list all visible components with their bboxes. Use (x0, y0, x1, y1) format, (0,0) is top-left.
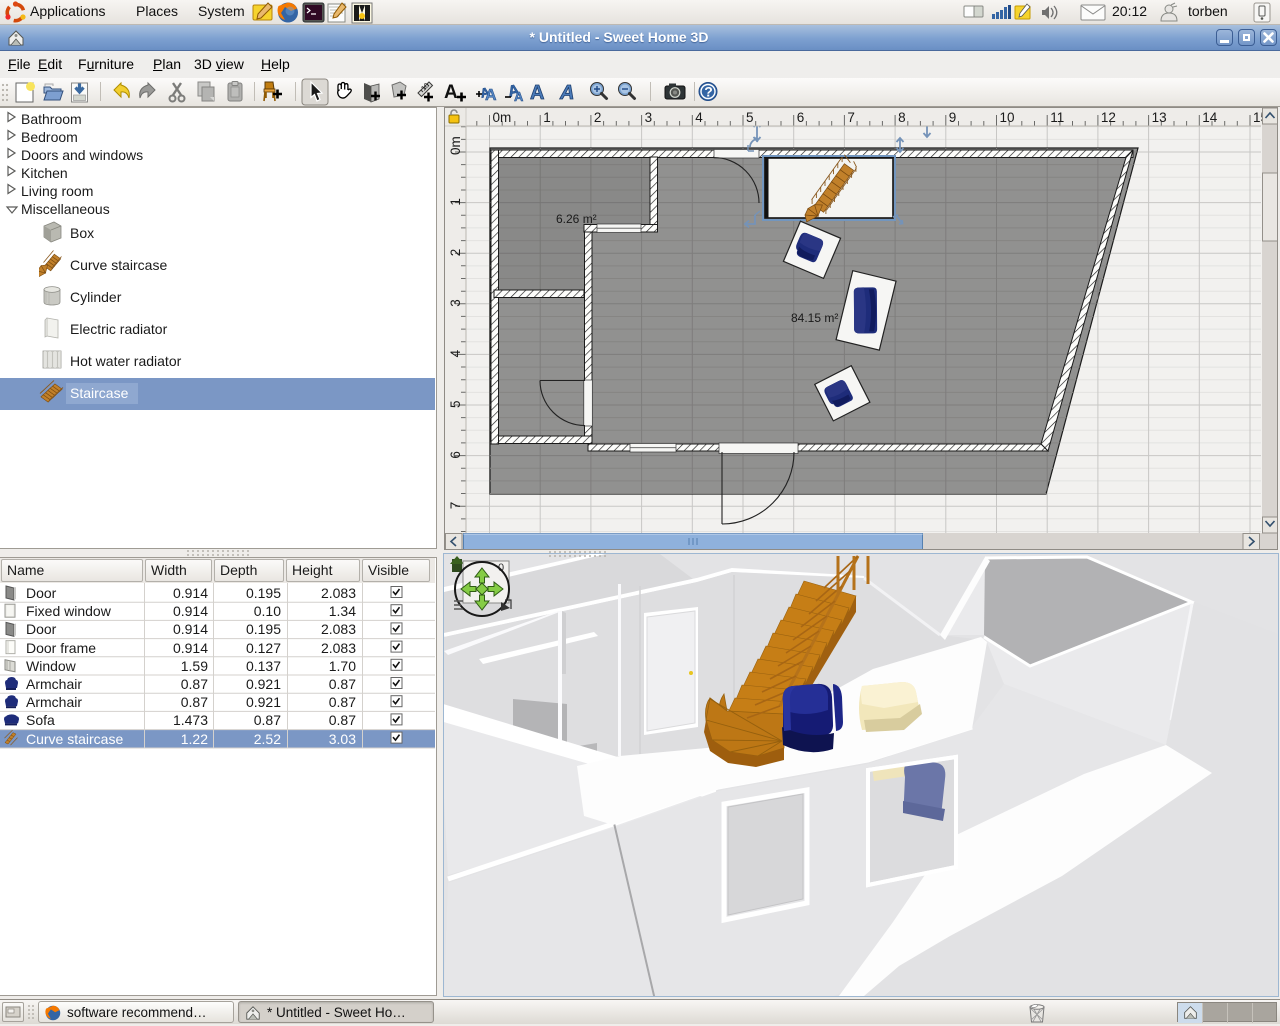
svg-text:6.26 m²: 6.26 m² (556, 212, 597, 226)
svg-text:12: 12 (1101, 110, 1116, 125)
svg-text:7: 7 (847, 110, 855, 125)
svg-text:6: 6 (448, 451, 463, 459)
svg-text:A: A (444, 82, 458, 103)
svg-text:10: 10 (1000, 110, 1015, 125)
svg-text:0m: 0m (448, 136, 463, 155)
svg-text:1: 1 (543, 110, 551, 125)
svg-text:3: 3 (645, 110, 653, 125)
svg-text:A: A (530, 82, 544, 104)
svg-text:2: 2 (594, 110, 602, 125)
svg-text:4: 4 (448, 349, 463, 357)
svg-text:?: ? (704, 84, 713, 100)
svg-text:A: A (485, 87, 497, 104)
svg-text:84.15 m²: 84.15 m² (791, 311, 838, 325)
svg-text:13: 13 (1152, 110, 1167, 125)
svg-text:11: 11 (1050, 110, 1064, 125)
svg-text:7: 7 (448, 502, 463, 510)
svg-text:8: 8 (898, 110, 906, 125)
svg-text:A: A (559, 82, 574, 104)
svg-text:6: 6 (797, 110, 805, 125)
svg-text:1: 1 (448, 198, 463, 206)
svg-text:0m: 0m (493, 110, 512, 125)
svg-text:A: A (514, 89, 524, 104)
svg-text:4: 4 (695, 110, 703, 125)
svg-text:14: 14 (1202, 110, 1218, 125)
svg-text:5: 5 (448, 400, 463, 408)
svg-text:2: 2 (448, 249, 463, 257)
svg-text:5: 5 (746, 110, 754, 125)
svg-text:3: 3 (448, 299, 463, 307)
svg-text:9: 9 (949, 110, 957, 125)
